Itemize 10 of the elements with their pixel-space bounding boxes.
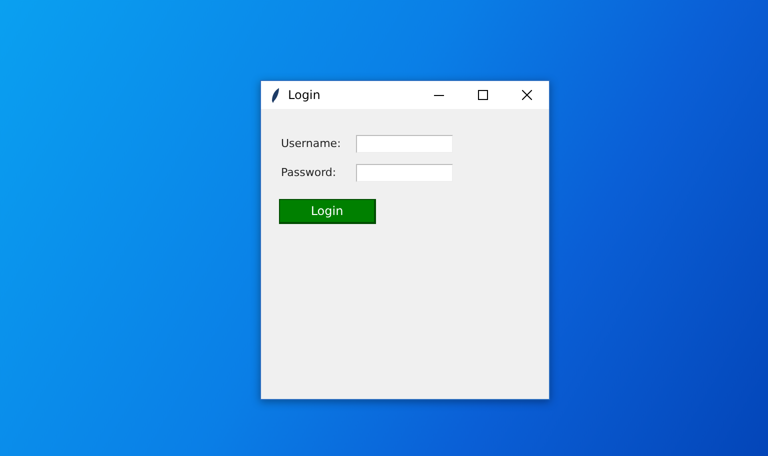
minimize-icon xyxy=(434,94,444,96)
input-field[interactable] xyxy=(356,134,453,152)
maximize-icon xyxy=(478,90,488,100)
feather-icon xyxy=(271,88,280,102)
input-field[interactable] xyxy=(356,164,453,182)
window-title: Login xyxy=(288,88,322,102)
close-icon xyxy=(522,90,532,100)
login-button[interactable]: Login xyxy=(279,199,376,224)
field-label: Password: xyxy=(281,166,338,179)
field-label: Username: xyxy=(281,137,342,150)
